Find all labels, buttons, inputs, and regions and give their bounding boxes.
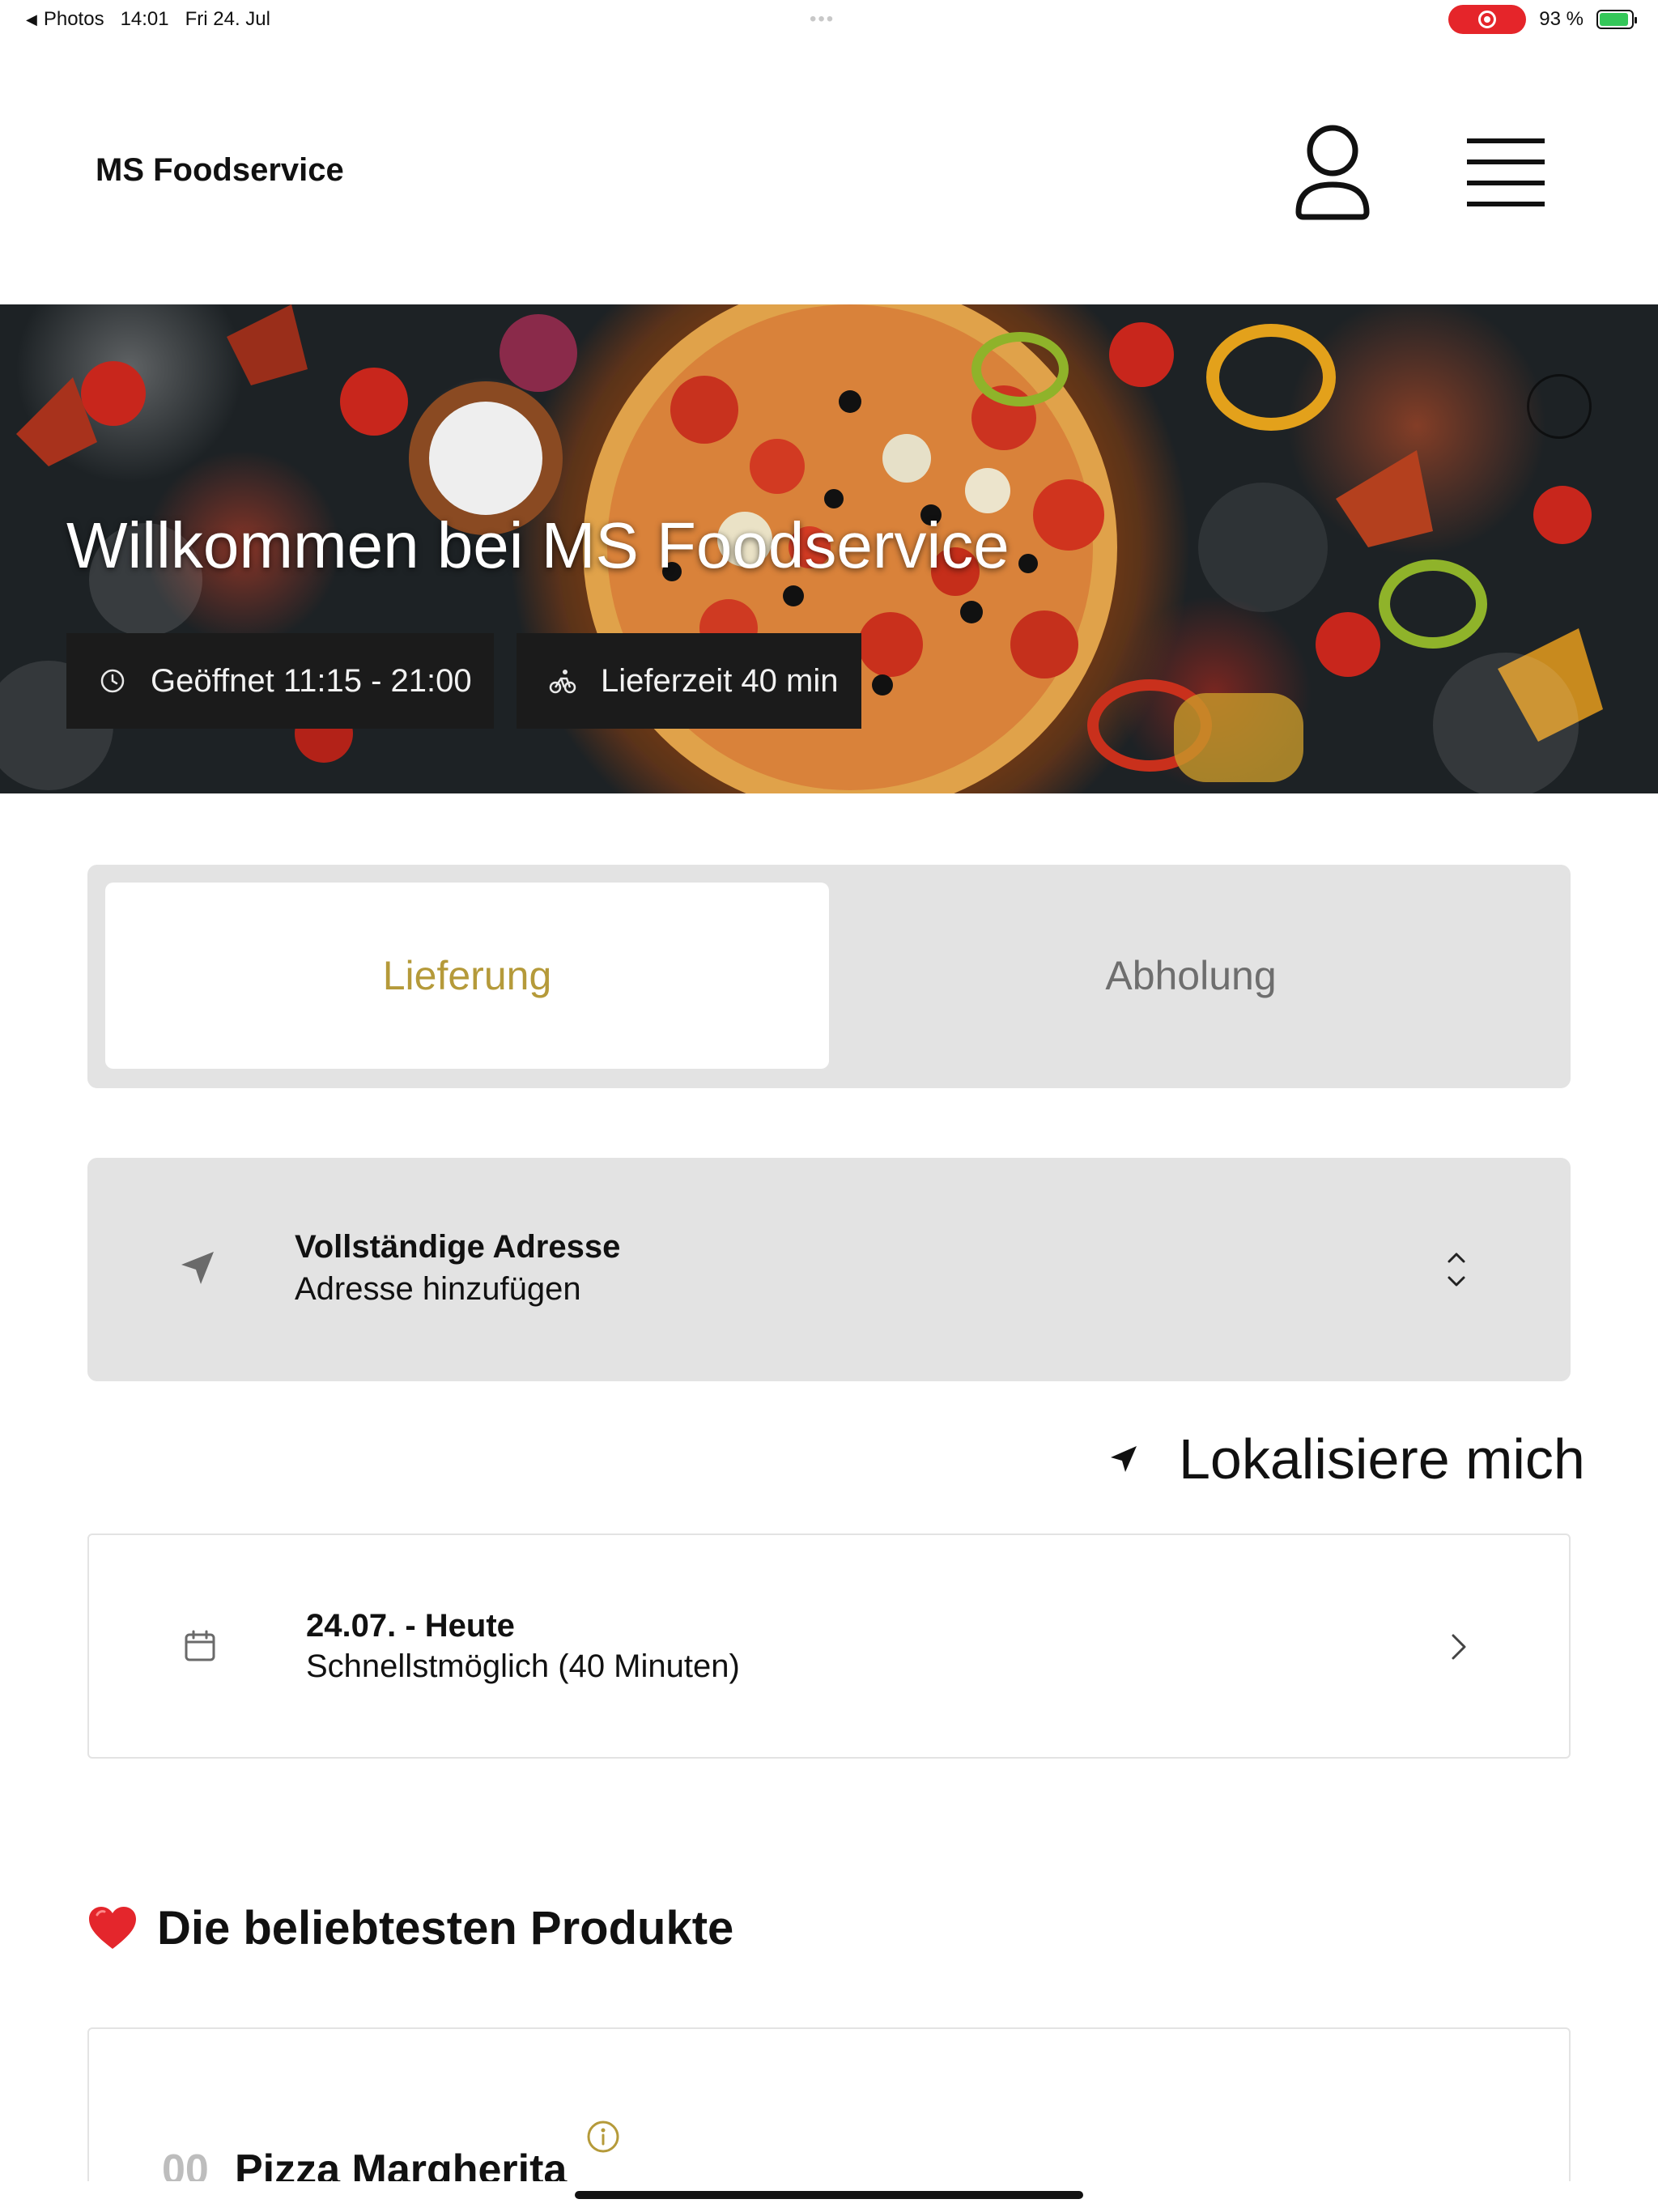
- user-icon: [1295, 125, 1370, 220]
- popular-products-title: Die beliebtesten Produkte: [157, 1901, 734, 1955]
- chevron-up-down-icon: [1448, 1253, 1465, 1287]
- opening-hours-chip: Geöffnet 11:15 - 21:00: [66, 633, 494, 729]
- address-selector[interactable]: Vollständige Adresse Adresse hinzufügen: [87, 1158, 1571, 1381]
- tab-delivery[interactable]: Lieferung: [105, 883, 829, 1069]
- delivery-time-text: Lieferzeit 40 min: [601, 662, 839, 699]
- tab-pickup[interactable]: Abholung: [829, 883, 1553, 1069]
- multitasking-dots-icon[interactable]: •••: [810, 8, 835, 31]
- calendar-icon: [185, 1630, 215, 1661]
- menu-button[interactable]: [1465, 136, 1546, 209]
- delivery-time-chip: Lieferzeit 40 min: [517, 633, 861, 729]
- schedule-date: 24.07. - Heute: [306, 1608, 515, 1644]
- hamburger-menu-icon: [1467, 138, 1545, 206]
- heart-icon: [89, 1907, 136, 1949]
- screen-recording-icon[interactable]: [1448, 5, 1527, 34]
- locate-me-label: Lokalisiere mich: [1179, 1427, 1585, 1491]
- back-arrow-icon[interactable]: ◀: [26, 11, 37, 28]
- site-header: MS Foodservice: [0, 39, 1658, 304]
- info-icon[interactable]: [586, 2120, 620, 2154]
- brand-logo-text[interactable]: MS Foodservice: [96, 152, 344, 189]
- order-mode-toggle: Lieferung Abholung: [87, 865, 1571, 1088]
- schedule-option: Schnellstmöglich (40 Minuten): [306, 1648, 740, 1684]
- hero-banner: Willkommen bei MS Foodservice Geöffnet 1…: [0, 304, 1658, 793]
- address-title: Vollständige Adresse: [295, 1229, 621, 1265]
- back-to-app-label[interactable]: Photos: [44, 8, 104, 31]
- status-time: 14:01: [120, 8, 169, 30]
- clock-icon: [100, 669, 125, 693]
- opening-hours-text: Geöffnet 11:15 - 21:00: [151, 662, 472, 699]
- address-subtitle: Adresse hinzufügen: [295, 1271, 581, 1307]
- status-bar: ◀ Photos 14:01 Fri 24. Jul ••• 93 %: [0, 0, 1658, 39]
- account-button[interactable]: [1292, 123, 1373, 223]
- navigation-arrow-icon: [1111, 1446, 1137, 1472]
- delivery-time-selector[interactable]: 24.07. - Heute Schnellstmöglich (40 Minu…: [87, 1534, 1571, 1759]
- halal-badge-icon: [1527, 374, 1592, 439]
- location-arrow-icon: [181, 1252, 214, 1284]
- chevron-right-icon: [1452, 1634, 1466, 1660]
- hero-title: Willkommen bei MS Foodservice: [66, 509, 1010, 581]
- battery-icon: [1596, 10, 1637, 29]
- status-bar-left: ◀ Photos 14:01 Fri 24. Jul: [26, 8, 270, 31]
- popular-products-heading: Die beliebtesten Produkte: [87, 1898, 733, 1958]
- bike-icon: [549, 670, 576, 694]
- battery-percent: 93 %: [1539, 8, 1584, 30]
- status-date: Fri 24. Jul: [185, 8, 270, 30]
- locate-me-button[interactable]: Lokalisiere mich: [1107, 1427, 1585, 1491]
- status-bar-right: 93 %: [1448, 5, 1637, 34]
- home-indicator[interactable]: [575, 2191, 1083, 2199]
